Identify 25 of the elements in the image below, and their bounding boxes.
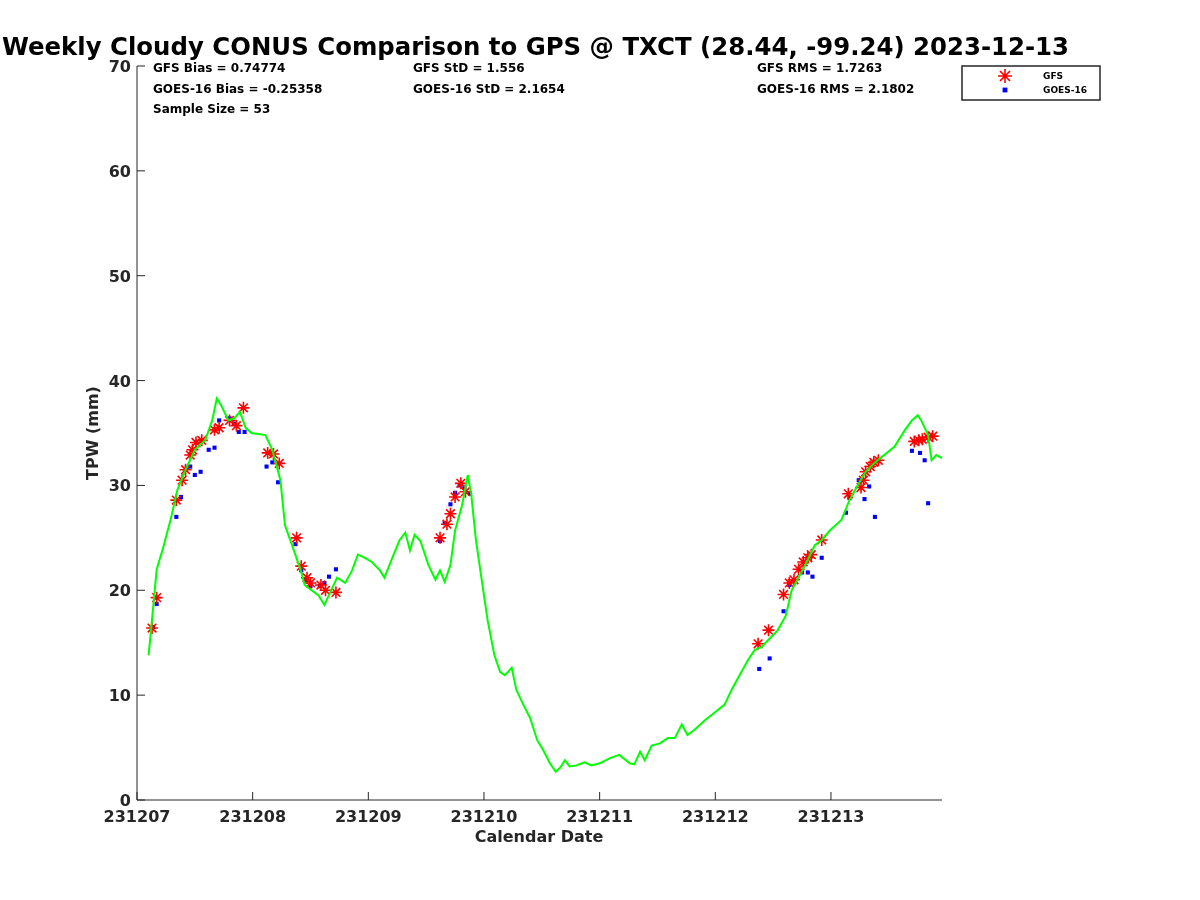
statistic-text: GOES-16 Bias = -0.25358 [153,81,323,96]
legend-label: GOES-16 [1043,85,1087,95]
statistic-text: Sample Size = 53 [153,102,271,116]
statistic-text: GOES-16 RMS = 2.1802 [757,81,915,96]
axis-tick-label: 231210 [450,807,518,826]
y-axis-title: TPW (mm) [83,386,102,480]
statistic-text: GFS RMS = 1.7263 [757,61,883,75]
statistic-text: GFS StD = 1.556 [413,61,525,75]
axis-tick-label: 60 [108,161,131,181]
axis-tick-label: 10 [108,686,131,706]
statistic-text: GFS Bias = 0.74774 [153,61,286,75]
axis-tick-label: 0 [119,791,131,810]
axis-tick-label: 30 [108,476,131,496]
axis-tick-label: 231212 [681,807,749,826]
axis-tick-label: 231211 [566,807,634,826]
x-axis-title: Calendar Date [474,827,604,846]
legend-label: GFS [1043,71,1064,81]
axis-tick-label: 231209 [334,807,402,826]
axis-tick-label: 231207 [103,807,171,826]
axis-tick-label: 20 [108,581,131,601]
statistic-text: GOES-16 StD = 2.1654 [413,81,565,96]
axis-tick-label: 231208 [219,807,287,826]
axis-tick-label: 231213 [797,807,865,826]
axis-tick-label: 50 [108,266,131,286]
axis-tick-label: 40 [108,371,131,391]
